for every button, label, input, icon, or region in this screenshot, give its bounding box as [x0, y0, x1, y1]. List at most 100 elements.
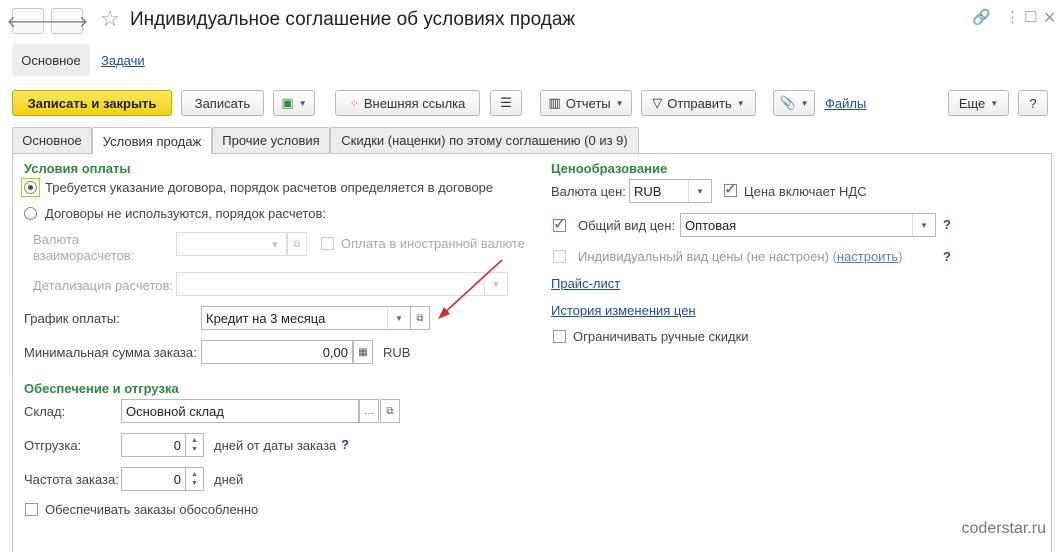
- individual-price-checkbox[interactable]: [553, 250, 566, 263]
- general-price-value: Оптовая: [685, 217, 737, 233]
- send-icon: ▽: [652, 95, 663, 110]
- chevron-down-icon: ▼: [912, 214, 935, 236]
- frequency-label: Частота заказа:: [24, 472, 119, 487]
- general-price-field[interactable]: Оптовая ▼: [680, 213, 936, 237]
- individual-price-prefix: Индивидуальный вид цены (не настроен) (: [578, 249, 837, 264]
- warehouse-field[interactable]: Основной склад: [121, 399, 359, 423]
- document-list-button[interactable]: ☰: [490, 90, 522, 116]
- schedule-label: График оплаты:: [24, 311, 120, 326]
- more-menu-icon[interactable]: ⋮: [1005, 8, 1020, 26]
- chevron-down-icon: ▼: [990, 98, 999, 108]
- back-button[interactable]: 🡐: [7, 8, 49, 34]
- window-title: Индивидуальное соглашение об условиях пр…: [130, 9, 576, 30]
- price-list-link[interactable]: Прайс-лист: [551, 276, 620, 291]
- forward-button[interactable]: 🡒: [46, 8, 88, 34]
- chevron-down-icon: ▼: [298, 98, 307, 108]
- chevron-down-icon: ▼: [688, 180, 711, 202]
- tab-discounts[interactable]: Скидки (наценки) по этому соглашению (0 …: [330, 127, 639, 153]
- vat-included-label: Цена включает НДС: [744, 184, 867, 199]
- arrow-right-icon: 🡒: [45, 13, 89, 31]
- radio-contract-required-label: Требуется указание договора, порядок рас…: [45, 180, 494, 195]
- stepper-down-icon: ▼: [191, 480, 198, 487]
- shipment-suffix: дней от даты заказа: [214, 438, 337, 453]
- section-tab-tasks[interactable]: Задачи: [101, 53, 145, 68]
- individual-price-label: Индивидуальный вид цены (не настроен) (н…: [578, 249, 903, 264]
- shipping-header: Обеспечение и отгрузка: [24, 381, 179, 396]
- external-link-button[interactable]: ⁘ Внешняя ссылка: [335, 90, 480, 116]
- attach-button[interactable]: 📎 ▼: [773, 90, 815, 116]
- individual-price-help-icon[interactable]: ?: [943, 249, 951, 264]
- radio-dot: [24, 181, 37, 194]
- annotation-arrow-icon: [438, 259, 503, 319]
- separate-orders-checkbox[interactable]: [25, 503, 38, 516]
- foreign-currency-checkbox[interactable]: [321, 237, 334, 250]
- create-based-on-button[interactable]: ▣ ▼: [273, 90, 315, 116]
- section-tab-main[interactable]: Основное: [12, 44, 90, 76]
- maximize-icon[interactable]: ☐: [1024, 8, 1037, 26]
- shipment-label: Отгрузка:: [24, 438, 82, 453]
- create-based-icon: ▣: [281, 95, 294, 110]
- detail-label: Детализация расчетов:: [33, 278, 173, 293]
- currency-field[interactable]: RUB ▼: [629, 179, 712, 203]
- general-price-help-icon[interactable]: ?: [943, 217, 951, 232]
- payment-header: Условия оплаты: [24, 161, 131, 176]
- warehouse-open-icon[interactable]: ⧉: [380, 399, 400, 423]
- tab-main[interactable]: Основное: [12, 127, 92, 153]
- help-button[interactable]: ?: [1018, 90, 1048, 116]
- chevron-down-icon: ▼: [387, 307, 410, 329]
- shipment-help-icon[interactable]: ?: [341, 437, 349, 452]
- chevron-down-icon: ▼: [736, 98, 745, 108]
- send-label: Отправить: [667, 95, 732, 111]
- frequency-suffix: дней: [214, 472, 244, 487]
- general-price-checkbox[interactable]: [553, 214, 566, 234]
- schedule-field[interactable]: Кредит на 3 месяца ▼: [201, 306, 411, 330]
- currency-value: RUB: [634, 183, 662, 199]
- frequency-field[interactable]: 0: [121, 467, 186, 491]
- favorite-star-icon[interactable]: ☆: [100, 6, 120, 32]
- external-link-label: Внешняя ссылка: [363, 95, 466, 111]
- min-sum-field[interactable]: 0,00: [201, 340, 353, 364]
- send-button[interactable]: ▽ Отправить ▼: [641, 90, 756, 116]
- save-button[interactable]: Записать: [181, 90, 264, 116]
- individual-price-suffix: ): [898, 249, 903, 264]
- general-price-label: Общий вид цен:: [578, 218, 676, 233]
- link-icon[interactable]: 🔗: [972, 8, 991, 26]
- chevron-down-icon: ▼: [615, 98, 624, 108]
- separate-orders-label: Обеспечивать заказы обособленно: [45, 502, 259, 517]
- shipment-stepper[interactable]: ▲ ▼: [186, 433, 204, 457]
- stepper-down-icon: ▼: [191, 446, 198, 453]
- radio-no-contracts-label: Договоры не используются, порядок расчет…: [45, 206, 326, 221]
- more-label: Еще: [958, 95, 986, 111]
- calculator-icon[interactable]: ▦: [353, 340, 373, 364]
- shipment-field[interactable]: 0: [121, 433, 186, 457]
- warehouse-label: Склад:: [24, 404, 66, 419]
- reports-icon: ▥: [548, 95, 561, 110]
- files-link[interactable]: Файлы: [825, 96, 866, 111]
- radio-no-contracts[interactable]: [24, 207, 37, 220]
- close-icon[interactable]: ✕: [1043, 8, 1056, 28]
- settle-currency-label: Валюта взаиморасчетов:: [33, 232, 135, 263]
- warehouse-select-button[interactable]: …: [359, 399, 379, 423]
- save-close-button[interactable]: Записать и закрыть: [12, 90, 172, 116]
- open-icon[interactable]: ⧉: [287, 232, 307, 256]
- tab-other-conditions[interactable]: Прочие условия: [212, 127, 330, 153]
- more-button[interactable]: Еще ▼: [948, 90, 1009, 116]
- frequency-stepper[interactable]: ▲ ▼: [186, 467, 204, 491]
- stepper-up-icon: ▲: [191, 471, 198, 478]
- schedule-value: Кредит на 3 месяца: [206, 310, 326, 326]
- limit-discounts-checkbox[interactable]: [553, 330, 566, 343]
- reports-button[interactable]: ▥ Отчеты ▼: [540, 90, 632, 116]
- schedule-open-icon[interactable]: ⧉: [410, 306, 430, 330]
- radio-contract-required[interactable]: [21, 178, 40, 197]
- configure-link[interactable]: настроить: [837, 249, 898, 264]
- stepper-up-icon: ▲: [191, 437, 198, 444]
- tab-sales-conditions[interactable]: Условия продаж: [92, 127, 212, 154]
- pricing-header: Ценообразование: [551, 161, 668, 176]
- price-history-link[interactable]: История изменения цен: [551, 303, 696, 318]
- chevron-down-icon: ▼: [800, 98, 809, 108]
- paperclip-icon: 📎: [779, 95, 796, 110]
- min-sum-label: Минимальная сумма заказа:: [24, 345, 197, 360]
- vat-included-checkbox[interactable]: [724, 179, 737, 199]
- settle-currency-field[interactable]: ▼: [176, 232, 287, 256]
- reports-label: Отчеты: [565, 95, 611, 111]
